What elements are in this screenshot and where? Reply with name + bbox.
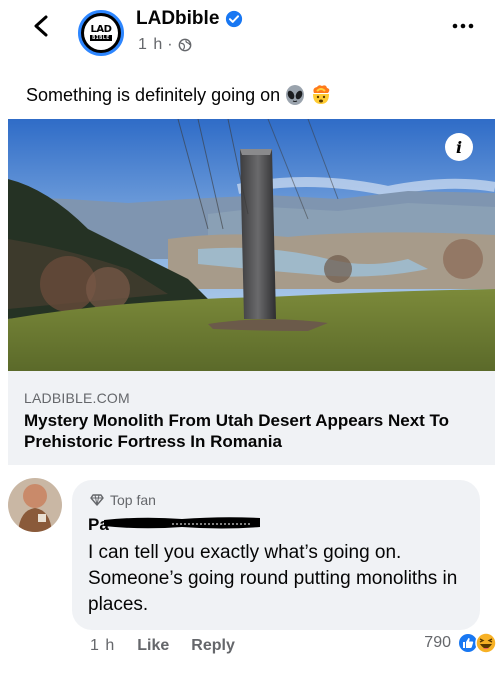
verified-badge-icon (226, 10, 243, 28)
mind-blown-emoji (313, 85, 330, 104)
post-meta: 1 h · (138, 36, 192, 54)
page-avatar[interactable]: LAD BIBLE (78, 10, 124, 56)
globe-icon (178, 38, 191, 52)
monolith-landscape-image (8, 119, 495, 371)
top-fan-label: Top fan (110, 492, 156, 508)
top-fan-badge: Top fan (90, 492, 156, 508)
post-caption: Something is definitely going on (26, 84, 332, 106)
caption-text: Something is definitely going on (26, 84, 281, 105)
link-headline[interactable]: Mystery Monolith From Utah Desert Appear… (24, 410, 484, 452)
link-domain: LADBIBLE.COM (24, 390, 130, 406)
ladbible-logo: LAD BIBLE (84, 16, 118, 50)
logo-top-text: LAD (90, 24, 112, 35)
post-header: LAD BIBLE LADbible 1 h · (0, 0, 503, 80)
haha-reaction-icon (475, 632, 497, 654)
comment-actions: 1 h Like Reply (90, 637, 235, 655)
comment-reactions[interactable]: 790 (424, 632, 497, 654)
post-time[interactable]: 1 h (138, 36, 163, 54)
commenter-avatar[interactable] (8, 478, 62, 532)
info-icon[interactable]: i (445, 133, 473, 161)
commenter-photo (8, 478, 62, 532)
link-preview-card[interactable]: i LADBIBLE.COM Mystery Monolith From Uta… (8, 119, 495, 465)
alien-emoji (286, 85, 305, 105)
comment-bubble: Top fan Pa I can tell you exactly what’s… (72, 480, 480, 630)
comment-time[interactable]: 1 h (90, 637, 115, 655)
reaction-count: 790 (424, 634, 451, 651)
page-name-label: LADbible (136, 8, 220, 29)
chevron-left-icon[interactable] (30, 14, 54, 38)
more-dots-icon[interactable] (451, 22, 475, 30)
article-photo[interactable]: i (8, 119, 495, 371)
redaction-scribble (104, 517, 260, 529)
like-button[interactable]: Like (137, 637, 169, 655)
logo-bottom-text: BIBLE (90, 35, 112, 41)
page-name[interactable]: LADbible (136, 8, 243, 30)
comment-text: I can tell you exactly what’s going on. … (88, 542, 458, 615)
reaction-icons (457, 632, 497, 654)
diamond-icon (90, 494, 104, 506)
reply-button[interactable]: Reply (191, 637, 235, 655)
meta-separator: · (167, 36, 174, 53)
